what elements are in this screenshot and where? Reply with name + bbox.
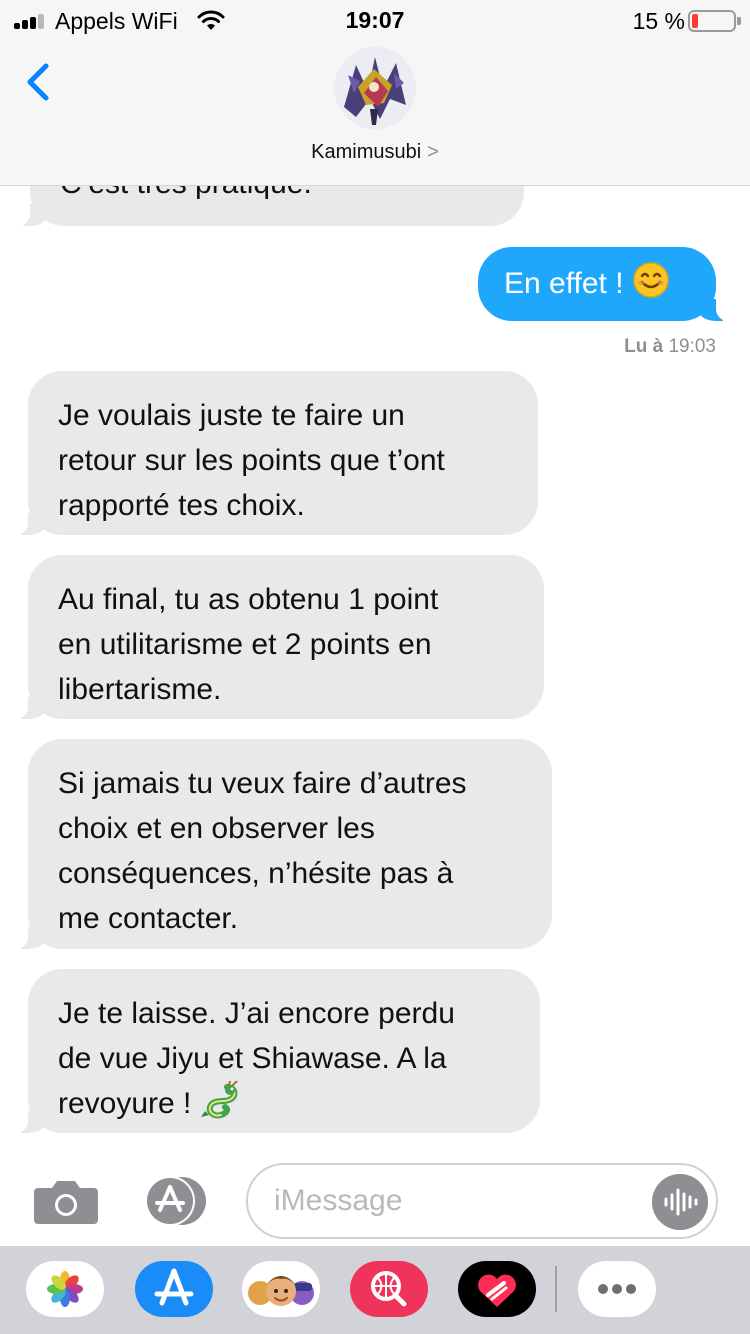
message-bubble-incoming[interactable]: Au final, tu as obtenu 1 point en utilit… [2, 555, 544, 719]
dragon-avatar-image [334, 47, 416, 129]
drawer-divider [555, 1266, 557, 1312]
message-line: conséquences, n’hésite pas à [58, 857, 454, 890]
dragon-icon [201, 1081, 239, 1119]
audio-message-button[interactable] [652, 1174, 708, 1230]
read-receipt: Lu à 19:03 [624, 336, 716, 358]
input-bar: iMessage [0, 1150, 750, 1246]
message-bubble-incoming[interactable]: Si jamais tu veux faire d’autres choix e… [2, 739, 552, 949]
message-line: Je voulais juste te faire un [58, 399, 405, 432]
message-line: rapporté tes choix. [58, 489, 305, 522]
image-search-icon[interactable] [350, 1261, 428, 1317]
battery-percentage: 15 % [632, 8, 685, 34]
app-store-icon[interactable] [135, 1261, 213, 1317]
message-line: de vue Jiyu et Shiawase. A la [58, 1042, 447, 1075]
message-line: revoyure ! [58, 1087, 192, 1120]
message-line: Au final, tu as obtenu 1 point [58, 583, 439, 616]
message-line: choix et en observer les [58, 812, 375, 845]
message-line: Je te laisse. J’ai encore perdu [58, 997, 455, 1030]
message-bubble-incoming[interactable]: Je te laisse. J’ai encore perdu de vue J… [2, 969, 540, 1133]
message-bubble-outgoing[interactable]: En effet ! [478, 247, 742, 321]
memoji-icon[interactable] [242, 1261, 320, 1317]
read-receipt-label: Lu à [624, 336, 664, 357]
read-receipt-time: 19:03 [668, 336, 716, 357]
camera-button[interactable] [34, 1178, 98, 1224]
more-icon[interactable] [578, 1261, 656, 1317]
message-text: C’est très pratique. [60, 186, 312, 206]
message-input-placeholder: iMessage [274, 1184, 403, 1217]
message-line: retour sur les points que t’ont [58, 444, 445, 477]
chevron-right-icon: > [427, 141, 439, 163]
contact-name: Kamimusubi [311, 141, 422, 163]
app-drawer [0, 1246, 750, 1334]
message-bubble-incoming[interactable]: Je voulais juste te faire un retour sur … [2, 371, 538, 535]
message-bubble-incoming[interactable]: C’est très pratique. [4, 186, 524, 226]
conversation[interactable]: C’est très pratique. En effet ! Lu à 19:… [0, 186, 750, 1150]
battery-icon [688, 10, 741, 32]
smiling-face-icon [632, 262, 669, 298]
message-line: me contacter. [58, 902, 239, 935]
message-input[interactable]: iMessage [246, 1163, 718, 1239]
contact-name-button[interactable]: Kamimusubi > [0, 141, 750, 164]
contact-avatar[interactable] [334, 47, 416, 129]
battery-level-fill [692, 14, 698, 28]
status-bar: Appels WiFi 19:07 15 % [0, 0, 750, 40]
photos-icon[interactable] [26, 1261, 104, 1317]
message-line: Si jamais tu veux faire d’autres [58, 767, 467, 800]
message-line: en utilitarisme et 2 points en [58, 628, 432, 661]
message-text: En effet ! [504, 267, 624, 300]
back-button[interactable] [20, 58, 60, 106]
message-line: libertarisme. [58, 673, 222, 706]
app-store-button[interactable] [140, 1176, 212, 1226]
conversation-header: Kamimusubi > [0, 40, 750, 186]
digital-touch-icon[interactable] [458, 1261, 536, 1317]
